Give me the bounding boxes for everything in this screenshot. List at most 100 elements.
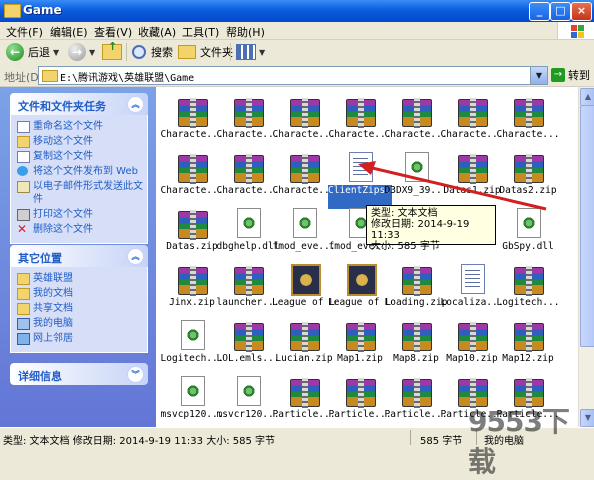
email-icon [17,181,30,193]
forward-button[interactable]: → ▼ [68,42,95,62]
menu-file[interactable]: 文件(F) [6,24,43,40]
menu-help[interactable]: 帮助(H) [226,24,265,40]
place-my-documents[interactable]: 我的文档 [11,286,147,301]
file-item[interactable]: Characte... [384,93,448,149]
scroll-up-button[interactable]: ▲ [580,88,594,106]
task-publish-web[interactable]: 将这个文件发布到 Web [11,164,147,179]
address-input[interactable]: E:\腾讯游戏\英雄联盟\Game ▼ [38,66,548,85]
file-item[interactable]: Map12.zip [496,317,560,373]
status-divider [410,430,411,445]
collapse-icon[interactable]: ︽ [127,248,144,265]
network-icon [17,333,30,345]
file-item[interactable]: League of Legends.exe [272,261,336,317]
dll-file-icon [237,376,261,406]
go-button[interactable]: → 转到 [551,67,590,83]
task-rename[interactable]: 重命名这个文件 [11,119,147,134]
other-places-title: 其它位置 [18,252,62,265]
file-item[interactable]: Particle... [272,373,336,427]
file-item[interactable]: Map1.zip [328,317,392,373]
back-button[interactable]: ← 后退 ▼ [6,42,59,62]
toolbar: ← 后退 ▼ → ▼ ↑ 搜索 文件夹 ▼ [0,40,594,66]
file-item[interactable]: Loading.zip [384,261,448,317]
task-move[interactable]: 移动这个文件 [11,134,147,149]
file-name: Characte... [384,129,448,140]
place-my-computer[interactable]: 我的电脑 [11,316,147,331]
file-item[interactable]: Characte... [160,93,224,149]
address-dropdown-icon[interactable]: ▼ [530,67,547,84]
other-places-header[interactable]: 其它位置 ︽ [10,245,148,267]
task-delete[interactable]: ✕ 删除这个文件 [11,222,147,237]
folders-button[interactable]: 文件夹 [178,42,233,62]
vertical-scrollbar[interactable]: ▲ ▼ [578,87,594,427]
menu-tools[interactable]: 工具(T) [182,24,219,40]
copy-icon [17,151,30,163]
status-size: 585 字节 [420,436,463,447]
expand-icon[interactable]: ︾ [127,366,144,383]
search-button[interactable]: 搜索 [132,42,173,62]
file-item[interactable]: dbghelp.dll [216,205,280,261]
file-item[interactable]: Logitech... [496,261,560,317]
file-item[interactable]: Characte... [440,93,504,149]
file-name: Characte... [328,129,392,140]
file-item[interactable]: Characte... [216,93,280,149]
file-tasks-header[interactable]: 文件和文件夹任务 ︽ [10,93,148,115]
scroll-thumb[interactable] [580,105,594,347]
file-item[interactable]: Characte... [328,93,392,149]
file-list: Characte... Characte... Characte... Charact… [156,87,578,427]
tooltip-modified: 修改日期: 2014-9-19 11:33 [371,219,470,241]
file-item[interactable]: Particle... [384,373,448,427]
file-item[interactable]: Characte... [216,149,280,205]
archive-icon [514,98,544,128]
archive-icon [234,322,264,352]
place-shared-documents[interactable]: 共享文档 [11,301,147,316]
views-button[interactable]: ▼ [236,42,265,62]
archive-icon [290,378,320,408]
file-tasks-title: 文件和文件夹任务 [18,100,106,113]
task-email[interactable]: 以电子邮件形式发送此文件 [11,179,147,207]
file-item[interactable]: Characte... [272,149,336,205]
title-bar: Game _ □ × [0,0,594,22]
file-item[interactable]: launcher... [216,261,280,317]
details-header[interactable]: 详细信息 ︾ [10,363,148,385]
file-name: Particle... [272,409,336,420]
file-item[interactable]: fmod_eve... [272,205,336,261]
file-name: Characte... [272,185,336,196]
menu-view[interactable]: 查看(V) [94,24,132,40]
file-item[interactable]: LOL.emls... [216,317,280,373]
file-item[interactable]: Map10.zip [440,317,504,373]
other-places-list: 英雄联盟 我的文档 共享文档 我的电脑 网上邻居 [10,267,148,353]
task-copy[interactable]: 复制这个文件 [11,149,147,164]
minimize-button[interactable]: _ [529,2,550,21]
file-item[interactable]: Logitech... [160,317,224,373]
file-item[interactable]: msvcr120... [216,373,280,427]
archive-icon [402,378,432,408]
file-item[interactable]: Characte... [496,93,560,149]
place-network[interactable]: 网上邻居 [11,331,147,346]
file-item[interactable]: Datas.zip [160,205,224,261]
file-item[interactable]: Particle... [328,373,392,427]
file-item[interactable]: Lucian.zip [272,317,336,373]
archive-icon [178,98,208,128]
menu-favorites[interactable]: 收藏(A) [138,24,176,40]
file-item[interactable]: Jinx.zip [160,261,224,317]
collapse-icon[interactable]: ︽ [127,96,144,113]
archive-icon [234,154,264,184]
place-lol-folder[interactable]: 英雄联盟 [11,271,147,286]
toolbar-divider [126,43,127,61]
file-item[interactable]: msvcp120... [160,373,224,427]
web-publish-icon [17,166,28,176]
file-item[interactable]: Characte... [160,149,224,205]
archive-icon [346,378,376,408]
file-item[interactable]: Localiza... [440,261,504,317]
file-item[interactable]: Map8.zip [384,317,448,373]
file-tasks-list: 重命名这个文件 移动这个文件 复制这个文件 将这个文件发布到 Web 以电子邮件… [10,115,148,244]
file-item[interactable]: Characte... [272,93,336,149]
windows-logo-icon [557,22,594,39]
close-button[interactable]: × [571,2,592,21]
file-name: Map1.zip [337,353,383,364]
file-item[interactable]: League of LegendsB... [328,261,392,317]
menu-edit[interactable]: 编辑(E) [50,24,88,40]
maximize-button[interactable]: □ [550,2,571,21]
task-print[interactable]: 打印这个文件 [11,207,147,222]
up-folder-button[interactable]: ↑ [102,40,122,62]
